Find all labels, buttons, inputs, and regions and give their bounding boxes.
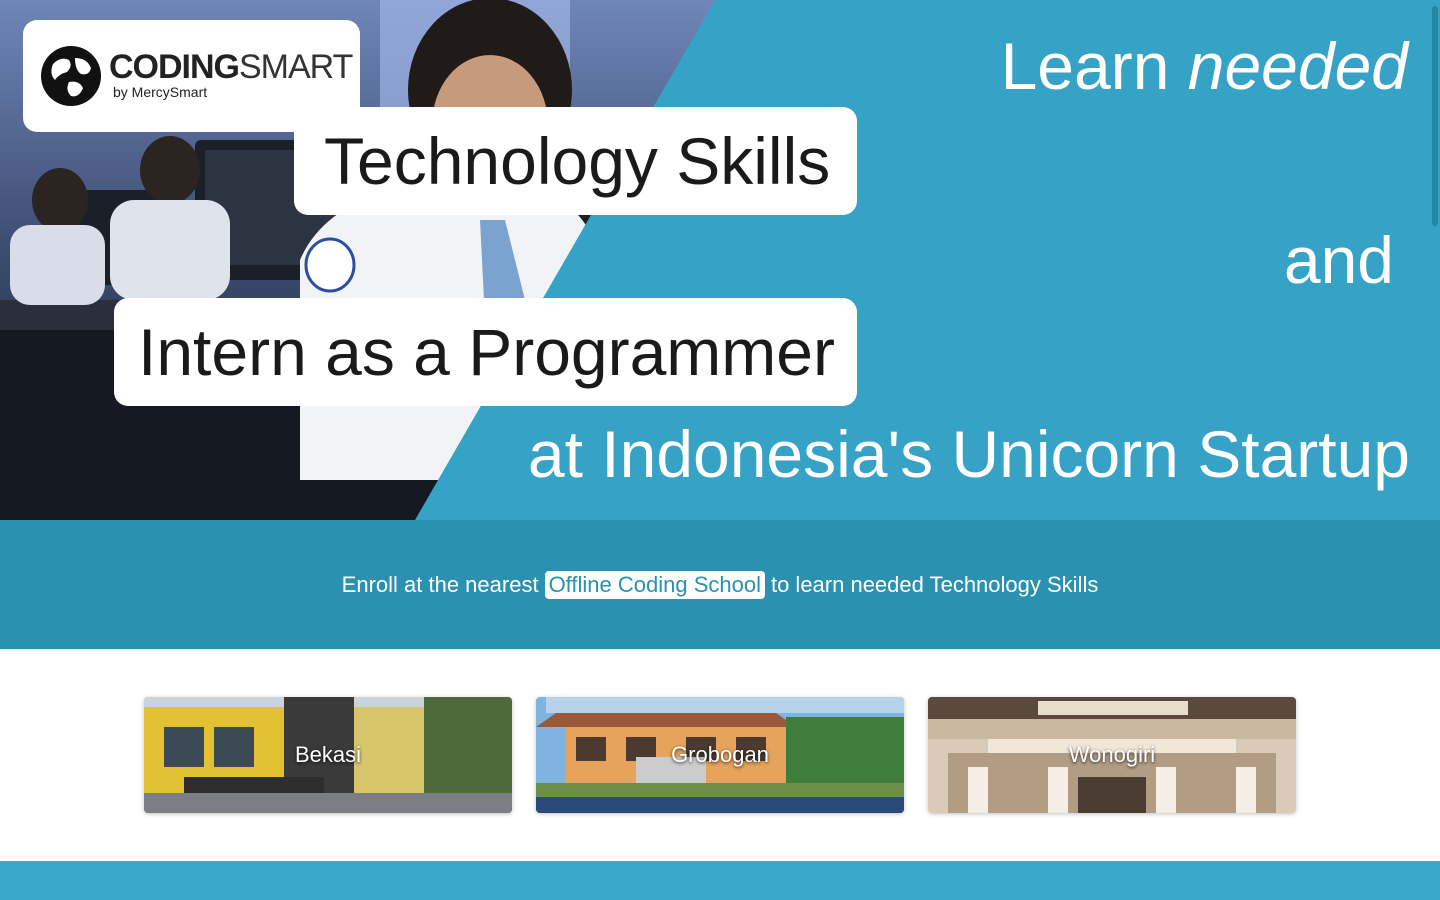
school-cards: Bekasi Grobogan Wonogiri	[0, 649, 1440, 861]
headline-line-1: Learn needed	[1000, 29, 1408, 103]
enroll-banner: Enroll at the nearest Offline Coding Sch…	[0, 520, 1440, 649]
offline-coding-school-link[interactable]: Offline Coding School	[544, 570, 765, 599]
globe-icon	[41, 46, 101, 106]
logo-subtitle: by MercySmart	[113, 84, 208, 100]
headline-and: and	[1283, 223, 1394, 297]
school-card-label: Bekasi	[294, 742, 362, 767]
enroll-text-after: to learn needed Technology Skills	[770, 571, 1099, 597]
school-card-bekasi[interactable]: Bekasi	[144, 697, 512, 813]
headline-pill-intern-programmer: Intern as a Programmer	[114, 298, 857, 406]
school-card-grobogan[interactable]: Grobogan	[536, 697, 904, 813]
hero-headline: Learn needed Technology Skills and Inter…	[114, 0, 1440, 520]
headline-pill-technology-skills: Technology Skills	[294, 107, 857, 215]
page-scrollbar[interactable]	[1432, 6, 1438, 226]
school-card-label: Grobogan	[671, 742, 769, 767]
logo-wordmark: CODINGSMART	[109, 48, 353, 86]
enroll-text-before: Enroll at the nearest	[341, 571, 539, 597]
next-section-band	[0, 861, 1440, 900]
school-card-wonogiri[interactable]: Wonogiri	[928, 697, 1296, 813]
hero-section: CODINGSMART by MercySmart Learn needed T…	[0, 0, 1440, 520]
headline-line-unicorn: at Indonesia's Unicorn Startup	[527, 417, 1410, 491]
school-card-label: Wonogiri	[1068, 742, 1156, 767]
